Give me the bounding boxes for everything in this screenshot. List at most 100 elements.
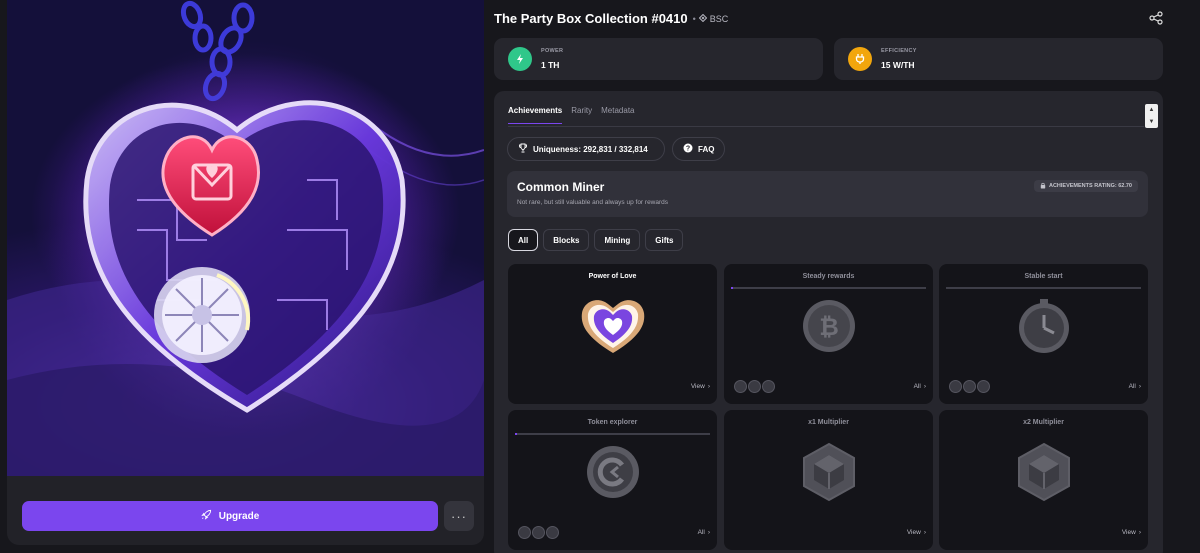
- faq-label: FAQ: [698, 144, 715, 154]
- achievement-link[interactable]: All ›: [914, 383, 926, 390]
- achievement-card[interactable]: Steady rewards ₿ All ›: [724, 264, 933, 404]
- achievement-link-label: View: [1121, 529, 1136, 536]
- details-panel: Achievements Rarity Metadata ▲ ▼ Uniquen…: [494, 91, 1163, 553]
- tabs-divider: [508, 126, 1144, 127]
- chevron-right-icon: ›: [707, 529, 710, 536]
- reward-coin-icon: [532, 526, 545, 539]
- details-tabs: Achievements Rarity Metadata: [508, 106, 635, 124]
- token-coin-icon: [578, 437, 648, 507]
- chevron-right-icon: ›: [923, 383, 926, 390]
- svg-text:₿: ₿: [819, 314, 839, 341]
- reward-coin-icon: [734, 380, 747, 393]
- reward-coin-icon: [546, 526, 559, 539]
- efficiency-stat-card: EFFICIENCY 15 W/TH: [834, 38, 1163, 80]
- chevron-right-icon: ›: [1138, 529, 1141, 536]
- achievement-title: x2 Multiplier: [1023, 419, 1064, 426]
- lock-icon: [1040, 182, 1046, 191]
- achievement-progress-fill: [515, 433, 517, 435]
- scroll-up-icon[interactable]: ▲: [1149, 106, 1155, 114]
- achievement-progress: [946, 287, 1141, 289]
- achievement-title: Stable start: [1024, 273, 1063, 280]
- scroll-control[interactable]: ▲ ▼: [1145, 104, 1158, 128]
- heart-badge-icon: [578, 291, 648, 361]
- filter-gifts[interactable]: Gifts: [645, 229, 684, 251]
- lightning-icon: [508, 47, 532, 71]
- achievement-title: x1 Multiplier: [808, 419, 849, 426]
- achievement-card[interactable]: x2 Multiplier View ›: [939, 410, 1148, 550]
- cube-hexagon-icon: [794, 437, 864, 507]
- achievement-link-label: All: [697, 529, 705, 536]
- achievement-title: Token explorer: [587, 419, 638, 426]
- achievement-link[interactable]: All ›: [1129, 383, 1141, 390]
- more-options-button[interactable]: ···: [444, 501, 474, 531]
- efficiency-label: EFFICIENCY: [881, 48, 917, 54]
- achievement-title: Power of Love: [588, 273, 637, 280]
- page-title: The Party Box Collection #0410: [494, 11, 688, 26]
- achievement-filters: All Blocks Mining Gifts: [508, 229, 684, 251]
- achievement-link[interactable]: View ›: [691, 383, 710, 390]
- title-row: The Party Box Collection #0410 • BSC: [494, 11, 728, 26]
- achievement-progress: [731, 287, 926, 289]
- achievement-progress: [515, 433, 710, 435]
- uniqueness-pill[interactable]: Uniqueness: 292,831 / 332,814: [507, 137, 665, 161]
- upgrade-button[interactable]: Upgrade: [22, 501, 438, 531]
- stopwatch-icon: [1009, 291, 1079, 361]
- chain-badge: • BSC: [692, 13, 729, 24]
- filter-all[interactable]: All: [508, 229, 539, 251]
- question-icon: ?: [683, 143, 693, 155]
- rocket-icon: [200, 509, 212, 523]
- achievement-card[interactable]: Token explorer All ›: [508, 410, 717, 550]
- bnb-icon: [698, 13, 707, 24]
- achievement-link-label: All: [1128, 383, 1136, 390]
- reward-icons: [949, 380, 990, 393]
- nft-image: [7, 0, 484, 476]
- rarity-summary: Common Miner Not rare, but still valuabl…: [507, 171, 1148, 217]
- ellipsis-icon: ···: [451, 508, 467, 524]
- nft-detail-page: Upgrade ··· The Party Box Collection #04…: [0, 0, 1200, 553]
- filter-blocks[interactable]: Blocks: [543, 229, 590, 251]
- achievement-link[interactable]: All ›: [698, 529, 710, 536]
- achievement-card[interactable]: Power of Love View ›: [508, 264, 717, 404]
- filter-mining[interactable]: Mining: [594, 229, 641, 251]
- tab-rarity[interactable]: Rarity: [571, 106, 592, 124]
- reward-coin-icon: [963, 380, 976, 393]
- reward-coin-icon: [748, 380, 761, 393]
- reward-coin-icon: [949, 380, 962, 393]
- efficiency-value: 15 W/TH: [881, 60, 915, 70]
- uniqueness-label: Uniqueness: 292,831 / 332,814: [533, 144, 648, 154]
- reward-icons: [734, 380, 775, 393]
- achievement-link-label: All: [913, 383, 921, 390]
- achievement-title: Steady rewards: [802, 273, 855, 280]
- bitcoin-coin-icon: ₿: [794, 291, 864, 361]
- achievement-link-label: View: [906, 529, 921, 536]
- chevron-right-icon: ›: [707, 383, 710, 390]
- rating-label: ACHIEVEMENTS RATING: 62.70: [1048, 183, 1132, 189]
- reward-coin-icon: [977, 380, 990, 393]
- power-stat-card: POWER 1 TH: [494, 38, 823, 80]
- upgrade-label: Upgrade: [218, 510, 260, 522]
- achievement-progress-fill: [731, 287, 733, 289]
- rarity-title: Common Miner: [517, 180, 605, 194]
- reward-icons: [518, 526, 559, 539]
- chevron-right-icon: ›: [1138, 383, 1141, 390]
- tab-achievements[interactable]: Achievements: [508, 106, 563, 124]
- achievement-card[interactable]: x1 Multiplier View ›: [724, 410, 933, 550]
- achievement-link[interactable]: View ›: [907, 529, 926, 536]
- svg-text:?: ?: [686, 145, 690, 152]
- nft-preview-card: Upgrade ···: [7, 0, 484, 545]
- achievement-card[interactable]: Stable start All ›: [939, 264, 1148, 404]
- plug-icon: [848, 47, 872, 71]
- cube-hexagon-icon: [1009, 437, 1079, 507]
- trophy-icon: [518, 143, 528, 155]
- reward-coin-icon: [518, 526, 531, 539]
- achievements-rating-badge: ACHIEVEMENTS RATING: 62.70: [1033, 180, 1138, 192]
- power-label: POWER: [541, 48, 564, 54]
- share-icon[interactable]: [1149, 11, 1163, 25]
- rarity-description: Not rare, but still valuable and always …: [517, 199, 669, 206]
- achievement-link-label: View: [690, 383, 705, 390]
- scroll-down-icon[interactable]: ▼: [1149, 118, 1155, 126]
- tab-metadata[interactable]: Metadata: [601, 106, 634, 124]
- chain-label: BSC: [709, 13, 729, 24]
- faq-pill[interactable]: ? FAQ: [672, 137, 725, 161]
- achievement-link[interactable]: View ›: [1122, 529, 1141, 536]
